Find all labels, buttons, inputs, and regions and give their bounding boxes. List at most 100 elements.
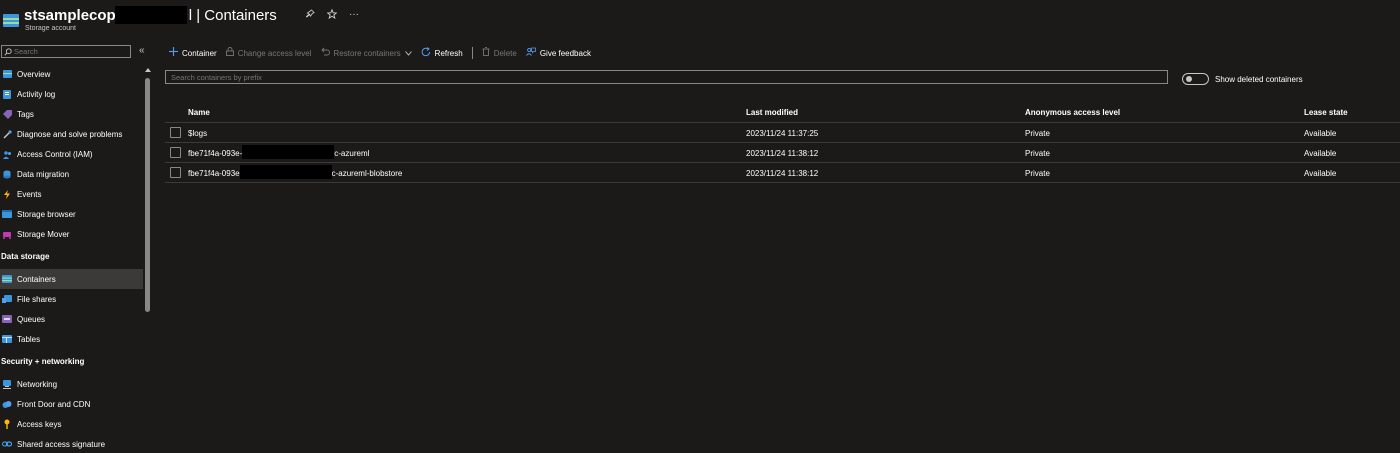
container-name-suffix: c-azureml — [334, 149, 370, 159]
row-checkbox[interactable] — [170, 127, 181, 138]
last-modified-cell: 2023/11/24 11:38:12 — [746, 169, 819, 178]
sidebar-item-label: Overview — [17, 69, 51, 79]
restore-containers-button[interactable]: Restore containers — [320, 47, 412, 59]
last-modified-cell: 2023/11/24 11:38:12 — [746, 149, 819, 158]
sidebar-item-label: Events — [17, 189, 42, 199]
sidebar-search-input[interactable] — [14, 47, 124, 56]
sidebar-item-tags[interactable]: Tags — [0, 104, 143, 124]
sidebar-item-overview[interactable]: Overview — [0, 64, 143, 84]
sidebar-item-label: Shared access signature — [17, 439, 106, 449]
table-icon — [2, 334, 12, 344]
sidebar-item-queues[interactable]: Queues — [0, 309, 143, 329]
storage-browser-icon — [2, 209, 12, 219]
sidebar-item-data-migration[interactable]: Data migration — [0, 164, 143, 184]
lightning-icon — [2, 189, 12, 199]
feedback-icon — [525, 47, 536, 60]
pin-icon[interactable] — [305, 9, 315, 22]
sidebar-item-label: Activity log — [17, 89, 56, 99]
sidebar: « Overview Activity log Tags Diagnose an… — [0, 42, 153, 453]
table-row[interactable]: fbe71f4a-093e-c-azureml 2023/11/24 11:38… — [165, 143, 1400, 163]
give-feedback-button[interactable]: Give feedback — [525, 47, 591, 60]
sidebar-item-label: Networking — [17, 379, 58, 389]
show-deleted-label: Show deleted containers — [1215, 75, 1303, 84]
wrench-icon — [2, 129, 12, 139]
redaction-block — [239, 165, 332, 179]
sidebar-item-label: Front Door and CDN — [17, 399, 91, 409]
sidebar-item-access-keys[interactable]: Access keys — [0, 414, 143, 434]
refresh-button[interactable]: Refresh — [421, 46, 463, 60]
container-name-text: fbe71f4a-093e- — [188, 149, 243, 159]
access-level-cell: Private — [1025, 169, 1050, 178]
show-deleted-toggle[interactable] — [1182, 73, 1209, 85]
redaction-block — [242, 145, 335, 159]
containers-table: Name Last modified Anonymous access leve… — [165, 102, 1400, 183]
change-access-level-button[interactable]: Change access level — [225, 47, 312, 59]
more-options-button[interactable]: ··· — [349, 9, 359, 22]
last-modified-cell: 2023/11/24 11:37:25 — [746, 129, 819, 138]
storage-account-icon — [3, 14, 19, 27]
table-row[interactable]: fbe71f4a-093e c-azureml-blobstore 2023/11… — [165, 163, 1400, 183]
sidebar-item-sas[interactable]: Shared access signature — [0, 434, 143, 453]
scrollbar-thumb[interactable] — [145, 78, 150, 312]
page-title: stsamplecop l | Containers — [24, 6, 277, 24]
sidebar-search[interactable] — [1, 45, 131, 58]
sidebar-item-storage-browser[interactable]: Storage browser — [0, 204, 143, 224]
sidebar-item-tables[interactable]: Tables — [0, 329, 143, 349]
star-icon[interactable] — [326, 8, 338, 22]
plus-icon — [169, 47, 178, 59]
sidebar-item-diagnose[interactable]: Diagnose and solve problems — [0, 124, 143, 144]
sidebar-item-activity-log[interactable]: Activity log — [0, 84, 143, 104]
section-header-security-networking: Security + networking — [1, 357, 85, 366]
lease-state-cell: Available — [1304, 169, 1337, 178]
sidebar-item-iam[interactable]: Access Control (IAM) — [0, 144, 143, 164]
container-name-text: fbe71f4a-093e — [188, 169, 240, 179]
sidebar-item-label: Storage Mover — [17, 229, 70, 239]
redaction-block — [114, 6, 187, 24]
row-checkbox[interactable] — [170, 147, 181, 158]
add-container-button[interactable]: Container — [169, 47, 217, 59]
change-access-level-label: Change access level — [237, 48, 312, 58]
access-level-cell: Private — [1025, 129, 1050, 138]
container-name-link[interactable]: $logs — [188, 129, 207, 138]
column-header-last-modified[interactable]: Last modified — [746, 108, 798, 117]
sidebar-item-containers[interactable]: Containers — [0, 269, 143, 289]
sidebar-item-label: File shares — [17, 294, 57, 304]
sidebar-item-storage-mover[interactable]: Storage Mover — [0, 224, 143, 244]
sidebar-item-networking[interactable]: Networking — [0, 374, 143, 394]
storage-mover-icon — [2, 229, 12, 239]
column-header-lease-state[interactable]: Lease state — [1304, 108, 1348, 117]
container-name-text: $logs — [188, 129, 208, 138]
row-checkbox[interactable] — [170, 167, 181, 178]
column-header-access-level[interactable]: Anonymous access level — [1025, 108, 1120, 117]
sidebar-item-label: Diagnose and solve problems — [17, 129, 123, 139]
activity-log-icon — [2, 89, 12, 99]
sidebar-item-file-shares[interactable]: File shares — [0, 289, 143, 309]
container-search-input[interactable] — [171, 72, 1071, 82]
resource-type: Storage account — [25, 25, 76, 32]
column-header-name[interactable]: Name — [188, 108, 210, 117]
lease-state-cell: Available — [1304, 149, 1337, 158]
page-header: stsamplecop l | Containers ··· Storage a… — [0, 0, 1400, 42]
add-container-label: Container — [182, 48, 217, 58]
sidebar-scrollbar[interactable] — [144, 64, 151, 453]
container-name-link[interactable]: fbe71f4a-093e-c-azureml — [188, 145, 370, 159]
scroll-up-arrow-icon[interactable] — [145, 68, 151, 72]
sidebar-item-label: Tags — [17, 109, 34, 119]
networking-icon — [2, 379, 12, 389]
undo-icon — [320, 47, 330, 59]
sidebar-item-events[interactable]: Events — [0, 184, 143, 204]
key-icon — [2, 419, 12, 429]
delete-button[interactable]: Delete — [482, 47, 517, 59]
container-prefix-search[interactable] — [165, 70, 1168, 84]
sidebar-item-front-door[interactable]: Front Door and CDN — [0, 394, 143, 414]
tag-icon — [2, 109, 12, 119]
table-row[interactable]: $logs 2023/11/24 11:37:25 Private Availa… — [165, 123, 1400, 143]
section-header-data-storage: Data storage — [1, 252, 50, 261]
data-migration-icon — [2, 169, 12, 179]
lock-icon — [225, 47, 234, 59]
collapse-sidebar-button[interactable]: « — [139, 45, 145, 56]
link-icon — [2, 439, 12, 449]
container-name-link[interactable]: fbe71f4a-093e c-azureml-blobstore — [188, 165, 402, 179]
access-level-cell: Private — [1025, 149, 1050, 158]
main-content: Container Change access level Restore co… — [153, 42, 1400, 453]
